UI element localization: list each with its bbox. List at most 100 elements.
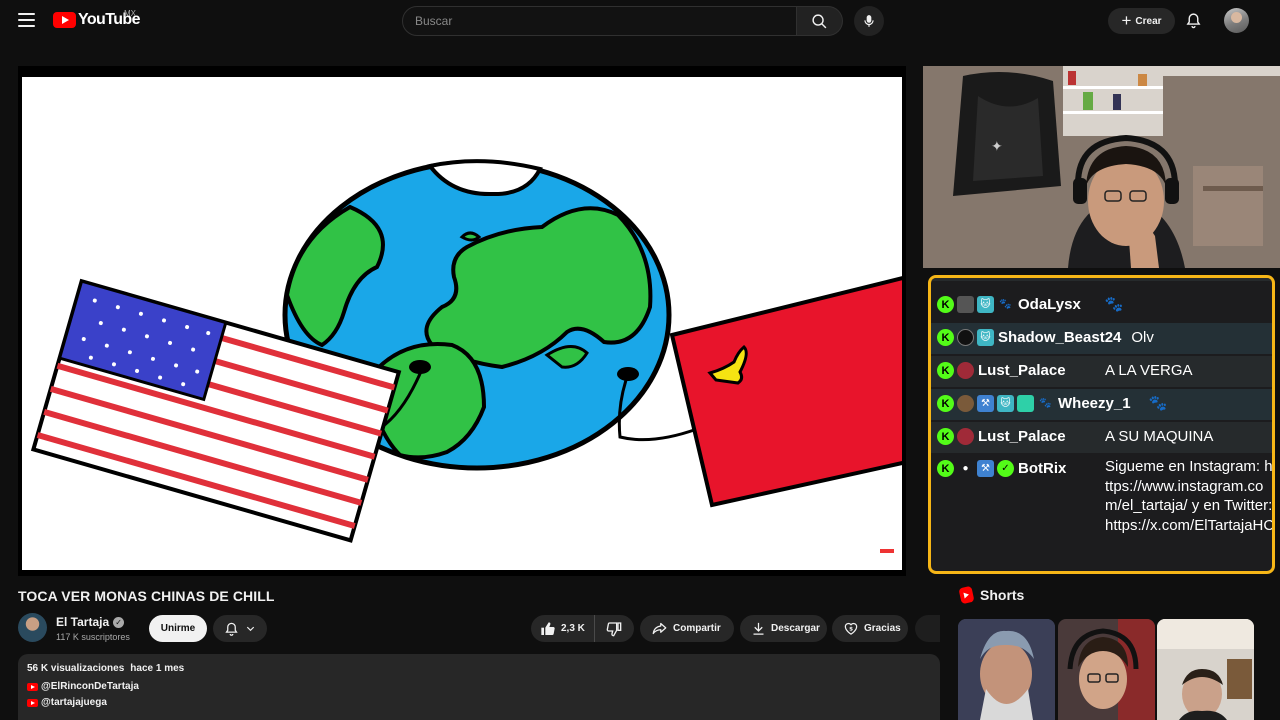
watermark-icon bbox=[880, 549, 894, 553]
short-thumbnail[interactable] bbox=[1058, 619, 1155, 720]
search-input[interactable] bbox=[415, 14, 796, 28]
bell-icon bbox=[1186, 13, 1201, 29]
channel-link-text: @tartajajuega bbox=[41, 697, 107, 708]
channel-name: El Tartaja bbox=[56, 615, 110, 629]
chat-message-text: Olv bbox=[1131, 329, 1154, 346]
channel-link-text: @ElRinconDeTartaja bbox=[41, 681, 139, 692]
video-frame[interactable] bbox=[22, 77, 902, 570]
channel-avatar[interactable] bbox=[18, 613, 47, 642]
thanks-label: Gracias bbox=[864, 623, 901, 634]
short-thumbnail[interactable] bbox=[958, 619, 1055, 720]
thumbs-up-icon bbox=[541, 621, 555, 635]
description-meta: 56 K visualizaciones hace 1 mes bbox=[27, 663, 931, 674]
kick-icon: K bbox=[937, 296, 954, 313]
user-avatar-icon bbox=[957, 329, 974, 346]
join-button[interactable]: Unirme bbox=[149, 615, 207, 642]
description-box[interactable]: 56 K visualizaciones hace 1 mes @ElRinco… bbox=[18, 654, 940, 720]
thumbs-down-icon bbox=[606, 621, 622, 636]
description-link[interactable]: @ElRinconDeTartaja bbox=[27, 681, 931, 692]
video-title: TOCA VER MONAS CHINAS DE CHILL bbox=[18, 588, 275, 604]
kick-icon: K bbox=[937, 460, 954, 477]
bell-icon bbox=[225, 622, 238, 636]
more-actions-button[interactable] bbox=[915, 615, 940, 642]
chat-message: K ● ⚒ ✓ BotRix Sigueme en Instagram: htt… bbox=[931, 454, 1275, 571]
chat-username[interactable]: BotRix bbox=[1018, 454, 1066, 483]
verified-badge-icon: ✓ bbox=[997, 460, 1014, 477]
chat-row-partial bbox=[931, 278, 1272, 281]
kick-icon: K bbox=[937, 329, 954, 346]
notifications-button[interactable] bbox=[1185, 11, 1202, 35]
video-drawing bbox=[30, 159, 902, 543]
dislike-button[interactable] bbox=[595, 615, 633, 642]
verified-icon: ✓ bbox=[113, 616, 125, 628]
chat-message: K 🐱 Shadow_Beast24 Olv bbox=[931, 323, 1272, 354]
account-avatar[interactable] bbox=[1224, 8, 1249, 33]
region-code: MX bbox=[124, 9, 136, 18]
chat-message-text: A SU MAQUINA bbox=[1105, 428, 1214, 445]
chat-message: K 🐱 🐾 OdaLysx 🐾 bbox=[931, 290, 1272, 321]
chat-username[interactable]: Wheezy_1 bbox=[1058, 389, 1131, 418]
channel-name-link[interactable]: El Tartaja ✓ bbox=[56, 615, 125, 629]
create-button[interactable]: + Crear bbox=[1108, 8, 1175, 34]
short-thumbnail-image bbox=[958, 619, 1055, 720]
chat-username[interactable]: Lust_Palace bbox=[978, 422, 1066, 451]
voice-search-button[interactable] bbox=[854, 6, 884, 36]
user-avatar-icon bbox=[957, 296, 974, 313]
download-label: Descargar bbox=[771, 623, 820, 634]
user-avatar-icon bbox=[957, 362, 974, 379]
user-avatar-icon bbox=[957, 428, 974, 445]
subscription-notifications-button[interactable] bbox=[213, 615, 267, 642]
webcam-scene: ✦ bbox=[923, 66, 1280, 268]
microphone-icon bbox=[864, 15, 874, 27]
kick-icon: K bbox=[937, 362, 954, 379]
subscriber-badge-icon: 🐱 bbox=[997, 395, 1014, 412]
download-icon bbox=[753, 622, 764, 635]
plus-icon: + bbox=[1121, 10, 1132, 30]
like-button[interactable]: 2,3 K bbox=[531, 615, 595, 642]
shorts-title: Shorts bbox=[980, 587, 1025, 603]
search-box bbox=[402, 6, 797, 36]
share-button[interactable]: Compartir bbox=[640, 615, 734, 642]
subscriber-badge-icon: 🐱 bbox=[977, 296, 994, 313]
kick-icon: K bbox=[937, 428, 954, 445]
emote-icon: 🐾 bbox=[999, 299, 1012, 310]
moderator-badge-icon: ⚒ bbox=[977, 395, 994, 412]
emote-icon: 🐾 bbox=[1104, 296, 1124, 313]
video-player bbox=[18, 66, 906, 576]
share-icon bbox=[652, 622, 667, 635]
short-thumbnail[interactable] bbox=[1157, 619, 1254, 720]
top-bar: YouTube MX + Crear bbox=[0, 0, 1280, 42]
chat-message: K ⚒ 🐱 🐾 Wheezy_1 🐾 bbox=[931, 389, 1272, 420]
description-link[interactable]: @tartajajuega bbox=[27, 697, 931, 708]
search-icon bbox=[812, 13, 827, 28]
download-button[interactable]: Descargar bbox=[740, 615, 827, 642]
chat-username[interactable]: Lust_Palace bbox=[978, 356, 1066, 385]
emote-icon: 🐾 bbox=[1039, 398, 1052, 409]
user-avatar-icon bbox=[957, 395, 974, 412]
short-thumbnail-image bbox=[1157, 619, 1254, 720]
live-chat-overlay: K 🐱 🐾 OdaLysx 🐾 K 🐱 Shadow_Beast24 Olv K… bbox=[928, 275, 1275, 574]
chat-message-text: Sigueme en Instagram: https://www.instag… bbox=[1105, 458, 1275, 534]
svg-text:✦: ✦ bbox=[991, 140, 1003, 155]
chat-message-text: A LA VERGA bbox=[1105, 362, 1193, 379]
share-label: Compartir bbox=[673, 623, 721, 634]
kick-icon: K bbox=[937, 395, 954, 412]
menu-icon[interactable] bbox=[18, 13, 35, 27]
view-count: 56 K visualizaciones bbox=[27, 663, 125, 674]
heart-dollar-icon: $ bbox=[844, 622, 858, 635]
create-label: Crear bbox=[1135, 15, 1162, 27]
webcam-overlay: ✦ bbox=[923, 66, 1280, 268]
subscriber-count: 117 K suscriptores bbox=[56, 632, 130, 642]
subscriber-badge-icon: 🐱 bbox=[977, 329, 994, 346]
youtube-icon bbox=[27, 698, 38, 707]
thanks-button[interactable]: $ Gracias bbox=[832, 615, 908, 642]
like-count: 2,3 K bbox=[561, 623, 585, 634]
search-button[interactable] bbox=[797, 6, 843, 36]
chat-username[interactable]: OdaLysx bbox=[1018, 290, 1081, 319]
chat-username[interactable]: Shadow_Beast24 bbox=[998, 323, 1121, 352]
upload-date: hace 1 mes bbox=[130, 663, 185, 674]
moderator-badge-icon: ⚒ bbox=[977, 460, 994, 477]
youtube-play-icon bbox=[53, 12, 76, 28]
short-thumbnail-image bbox=[1058, 619, 1155, 720]
svg-text:$: $ bbox=[849, 626, 853, 632]
